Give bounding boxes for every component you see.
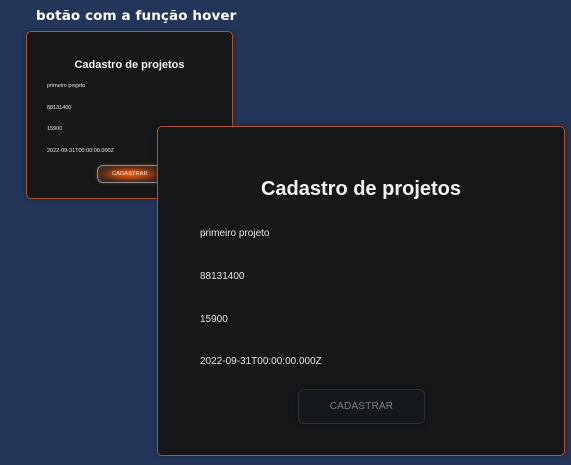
project-name-value: primeiro projeto bbox=[200, 228, 270, 239]
form-title: Cadastro de projetos bbox=[260, 178, 462, 200]
cep-value: 88131400 bbox=[200, 271, 245, 282]
deadline-value: 2022-09-31T00:00:00.000Z bbox=[200, 356, 322, 367]
register-button-hover[interactable]: CADASTRAR bbox=[97, 165, 163, 183]
register-button[interactable]: CADASTRAR bbox=[298, 389, 425, 424]
budget-value: 15900 bbox=[47, 126, 63, 132]
budget-value: 15900 bbox=[200, 314, 228, 325]
deadline-value: 2022-09-31T00:00:00.000Z bbox=[47, 148, 114, 154]
caption-title: botão com a função hover bbox=[36, 8, 237, 24]
cep-value: 88131400 bbox=[47, 105, 72, 111]
project-name-value: primeiro projeto bbox=[47, 83, 86, 89]
form-title: Cadastro de projetos bbox=[74, 59, 185, 71]
project-form-card: Cadastro de projetos primeiro projeto 88… bbox=[157, 126, 565, 456]
